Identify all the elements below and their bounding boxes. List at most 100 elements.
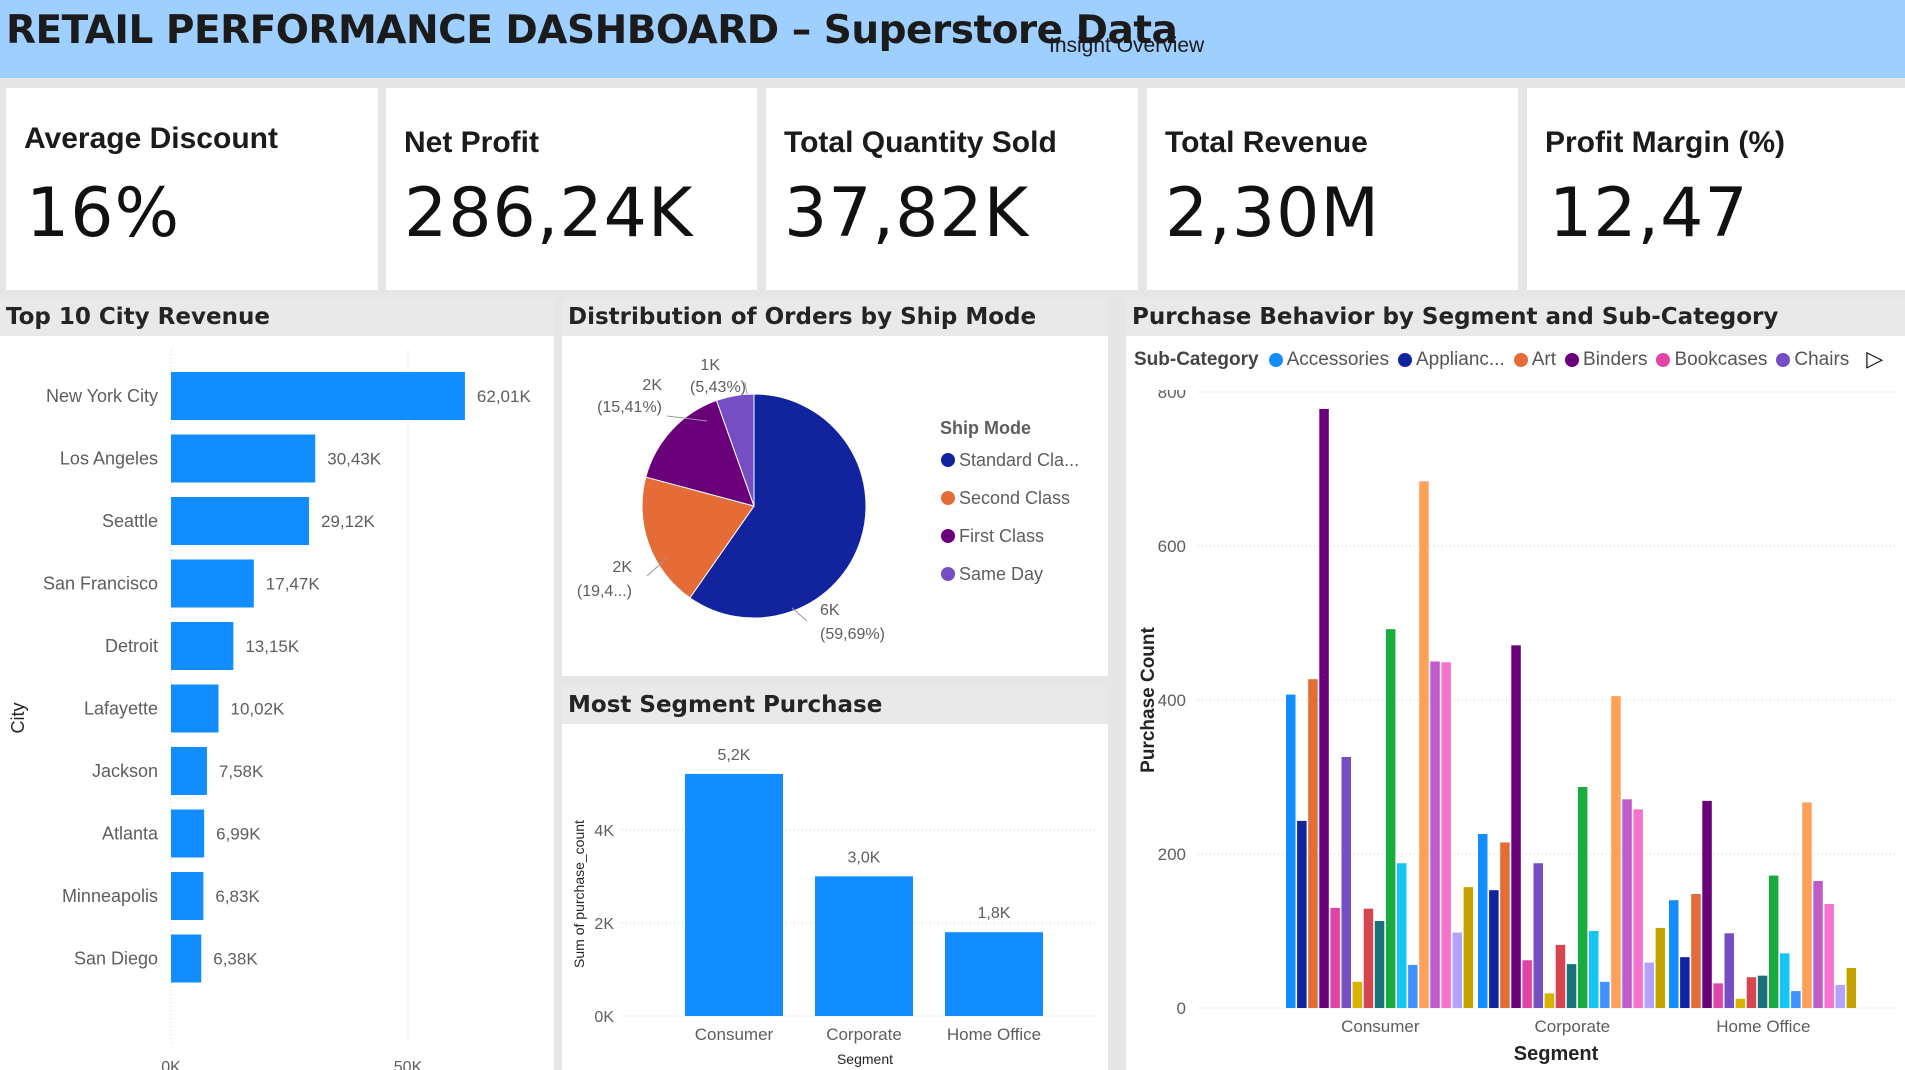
pie-data-label: 2K — [642, 377, 662, 394]
segment-bar — [815, 876, 913, 1016]
subcategory-bar — [1286, 694, 1296, 1008]
dashboard-title: RETAIL PERFORMANCE DASHBOARD – Superstor… — [6, 8, 1178, 53]
bar-data-label: 6,83K — [215, 887, 260, 906]
city-label: Minneapolis — [62, 886, 158, 906]
legend-dot — [1513, 352, 1528, 367]
pie-data-label: 1K — [700, 357, 720, 374]
x-tick-label: Home Office — [947, 1025, 1041, 1044]
city-bar — [171, 497, 310, 545]
subcategory-bar — [1611, 696, 1621, 1008]
y-axis-title: City — [8, 703, 28, 734]
x-tick-label: Consumer — [695, 1025, 774, 1044]
subcategory-bar — [1544, 993, 1555, 1008]
pie-data-label: (59,69%) — [820, 626, 885, 643]
subcategory-bar — [1813, 880, 1823, 1008]
subcategory-bar — [1702, 800, 1712, 1008]
x-axis-title: Segment — [1514, 1043, 1599, 1065]
subcategory-bar — [1791, 991, 1801, 1008]
subcategory-bar — [1768, 875, 1779, 1008]
dashboard-header: RETAIL PERFORMANCE DASHBOARD – Superstor… — [0, 0, 1905, 78]
subcategory-bar — [1308, 679, 1318, 1008]
legend-dot — [1268, 352, 1283, 367]
kpi-card-average-discount[interactable]: Average Discount 16% — [6, 88, 378, 290]
legend-label: Chairs — [1794, 348, 1850, 370]
kpi-card-total-revenue[interactable]: Total Revenue 2,30M — [1147, 88, 1518, 290]
panel-title: Top 10 City Revenue — [0, 298, 554, 336]
panel-segment-purchase[interactable]: Most Segment Purchase 0K 2K 4K 5,2K Consumer… — [562, 686, 1108, 1070]
bar-data-label: 7,58K — [219, 762, 264, 781]
pie-legend-label: Second Class — [959, 488, 1070, 508]
panel-purchase-behavior[interactable]: Purchase Behavior by Segment and Sub-Cat… — [1126, 298, 1905, 1070]
subcategory-bar — [1835, 984, 1845, 1008]
legend-label: Accessories — [1286, 348, 1389, 370]
pie-legend-title: Ship Mode — [940, 418, 1031, 438]
y-tick-label: 800 — [1158, 390, 1186, 402]
pie-legend-label: First Class — [959, 526, 1044, 546]
kpi-card-net-profit[interactable]: Net Profit 286,24K — [386, 88, 757, 290]
kpi-label: Total Quantity Sold — [784, 126, 1057, 159]
subcategory-bar — [1713, 983, 1723, 1008]
kpi-card-total-quantity-sold[interactable]: Total Quantity Sold 37,82K — [766, 88, 1138, 290]
city-bar — [171, 934, 202, 983]
panel-title: Distribution of Orders by Ship Mode — [562, 298, 1108, 336]
kpi-card-profit-margin[interactable]: Profit Margin (%) 12,47 — [1527, 88, 1905, 290]
x-axis-title: Segment — [837, 1051, 893, 1067]
subcategory-bar — [1352, 981, 1363, 1008]
city-revenue-chart: 0K 50K New York City 62,01K Los Angeles 30,43… — [8, 350, 531, 1070]
bar-data-label: 5,2K — [718, 747, 751, 764]
kpi-label: Profit Margin (%) — [1545, 126, 1785, 159]
legend-item[interactable]: Bookcases — [1656, 349, 1767, 371]
segment-bar — [685, 773, 783, 1016]
legend-item[interactable]: Applianc... — [1398, 349, 1505, 371]
subcategory-legend: Sub-Category Accessories Applianc... Art Bi… — [1134, 347, 1883, 372]
panel-top-city-revenue[interactable]: Top 10 City Revenue 0K 50K New York City 62… — [0, 298, 554, 1070]
y-tick-label: 4K — [594, 823, 614, 840]
legend-next-icon[interactable]: ▷ — [1866, 347, 1883, 372]
legend-label: Applianc... — [1416, 348, 1505, 370]
subcategory-bar — [1802, 802, 1812, 1008]
kpi-value: 286,24K — [404, 174, 694, 253]
subcategory-bar — [1655, 927, 1666, 1008]
city-label: Jackson — [92, 761, 158, 781]
bar-data-label: 29,12K — [321, 512, 376, 531]
legend-dot — [941, 529, 955, 543]
x-tick-label: Corporate — [826, 1025, 902, 1044]
city-bar — [171, 372, 465, 420]
legend-dot — [1398, 352, 1412, 367]
subcategory-bar — [1589, 931, 1599, 1008]
legend-label: Art — [1531, 348, 1557, 370]
x-tick-label: Consumer — [1341, 1017, 1420, 1036]
subcategory-bar — [1463, 887, 1474, 1008]
subcategory-bar — [1452, 932, 1462, 1008]
city-bar — [171, 684, 219, 733]
subcategory-bar — [1555, 944, 1566, 1008]
legend-dot — [1565, 352, 1580, 367]
kpi-label: Average Discount — [24, 122, 278, 155]
legend-item[interactable]: Art — [1513, 348, 1557, 371]
city-bar — [171, 747, 207, 795]
city-bar — [171, 622, 234, 670]
subcategory-bar — [1363, 908, 1374, 1008]
subcategory-bar — [1430, 661, 1440, 1008]
legend-label: Binders — [1583, 348, 1648, 370]
legend-dot — [941, 491, 955, 505]
kpi-value: 16% — [26, 174, 181, 253]
subcategory-bar — [1385, 629, 1396, 1008]
subcategory-bar — [1746, 977, 1757, 1008]
y-tick-label: 200 — [1158, 845, 1186, 864]
subcategory-bar — [1374, 920, 1385, 1008]
legend-item[interactable]: Chairs — [1776, 349, 1849, 371]
subcategory-bar — [1419, 481, 1429, 1008]
bar-data-label: 6,38K — [213, 950, 258, 969]
subcategory-bar — [1297, 820, 1307, 1008]
legend-item[interactable]: Accessories — [1268, 348, 1389, 371]
city-label: Lafayette — [84, 699, 158, 719]
legend-item[interactable]: Binders — [1565, 349, 1647, 371]
bar-data-label: 1,8K — [978, 905, 1011, 922]
legend-label: Bookcases — [1674, 348, 1768, 370]
city-bar — [171, 559, 254, 608]
purchase-behavior-chart: 0 200 400 600 800 Consumer Corporate Home Offic… — [1138, 390, 1896, 1065]
subcategory-bar — [1341, 756, 1351, 1008]
panel-ship-mode[interactable]: Distribution of Orders by Ship Mode 6K (5… — [562, 298, 1108, 676]
subcategory-bar — [1330, 907, 1340, 1008]
